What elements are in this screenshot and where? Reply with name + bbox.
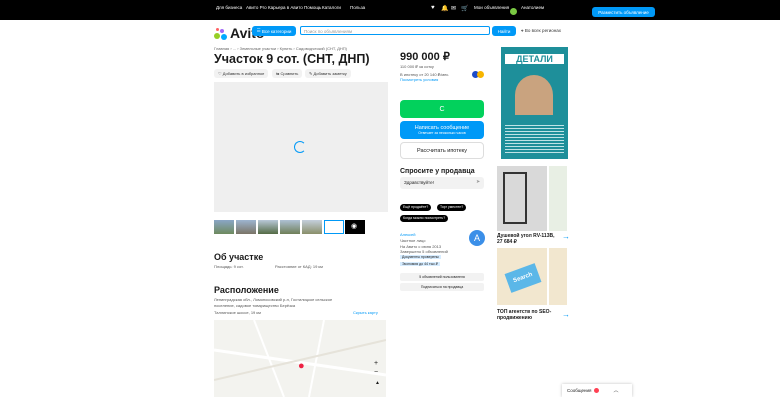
arrow-right-icon[interactable]: →	[562, 310, 570, 319]
address-line2: поселение, садовое товарищество Берёзка	[214, 303, 296, 308]
place-ad-button[interactable]: Разместить объявление	[592, 7, 655, 17]
zoom-out-icon[interactable]: −	[374, 369, 378, 376]
nav-link-benefit[interactable]: Польза	[350, 5, 365, 10]
mortgage-link[interactable]: Посмотреть условия	[400, 77, 438, 82]
map-roads	[214, 320, 386, 397]
add-favorite-button[interactable]: ♡ Добавить в избранное	[214, 69, 269, 78]
location-pin-icon: ⌖	[521, 28, 524, 33]
highway-distance: Таллинское шоссе, 19 км	[214, 310, 261, 315]
zoom-in-icon[interactable]: +	[374, 360, 378, 367]
price: 990 000 ₽	[400, 51, 450, 63]
seller-type: Частное лицо	[400, 238, 426, 243]
user-menu[interactable]: Анатолием	[521, 5, 544, 10]
banner-text-block	[505, 123, 564, 153]
photo-thumb-more[interactable]: ◉	[345, 220, 365, 234]
seller-ads-button[interactable]: 5 объявлений пользователя	[400, 273, 484, 281]
top-bar: Для бизнеса Авито Pro Карьера в Авито По…	[0, 0, 780, 20]
nav-link-career[interactable]: Карьера в Авито	[268, 5, 303, 10]
navigate-icon[interactable]: ▲	[375, 380, 380, 386]
breadcrumb[interactable]: Главная › ... › Земельные участки › Купи…	[214, 46, 347, 51]
quick-question[interactable]: Ещё продаёте?	[400, 204, 432, 211]
seller-name[interactable]: Алексей	[400, 232, 415, 237]
nav-link-avito-pro[interactable]: Авито Pro	[246, 5, 267, 10]
compare-button[interactable]: ⇆ Сравнить	[272, 69, 303, 78]
seo-ad-title[interactable]: ТОП агентств по SEO-продвижению	[497, 309, 557, 321]
map[interactable]: ● + − ▲	[214, 320, 386, 397]
banner-ad[interactable]: ДЕТАЛИ	[501, 47, 568, 159]
my-ads-link[interactable]: Мои объявления	[474, 5, 509, 10]
calc-mortgage-button[interactable]: Рассчитать ипотеку	[400, 142, 484, 159]
logo-dots-icon	[214, 28, 228, 41]
user-avatar[interactable]	[510, 8, 517, 15]
nav-link-business[interactable]: Для бизнеса	[216, 5, 242, 10]
photo-thumb[interactable]	[236, 220, 256, 234]
search-input[interactable]: Поиск по объявлениям	[300, 26, 490, 35]
seller-completed: Завершено 5 объявлений	[400, 249, 448, 254]
banner-ad-title: ДЕТАЛИ	[505, 54, 564, 64]
add-favorite-label: Добавить в избранное	[222, 71, 265, 76]
nav-link-catalogs[interactable]: Каталоги	[322, 5, 341, 10]
product-ad-side	[549, 166, 567, 231]
about-title: Об участке	[214, 252, 264, 262]
map-pin-icon: ●	[298, 360, 305, 372]
quick-question[interactable]: Торг уместен?	[437, 204, 467, 211]
photo-thumb[interactable]	[214, 220, 234, 234]
unread-badge	[594, 388, 600, 393]
messages-label: Сообщения	[567, 388, 592, 393]
send-icon[interactable]: ➤	[476, 179, 480, 185]
messages-widget[interactable]: Сообщения ︿	[562, 384, 632, 397]
subscribe-button[interactable]: Подписаться на продавца	[400, 283, 484, 291]
price-per-sotka: 110 000 ₽ за сотку	[400, 64, 434, 69]
all-categories-label: Все категории	[261, 28, 292, 34]
add-note-label: Добавить заметку	[313, 71, 347, 76]
seller-avatar[interactable]: А	[469, 230, 485, 246]
write-message-sub: Отвечает за несколько часов	[418, 131, 466, 135]
region-selector[interactable]: ⌖ Во всех регионах	[521, 28, 561, 33]
seo-ad-search-label: Search	[504, 263, 542, 293]
nav-link-help[interactable]: Помощь	[304, 5, 321, 10]
seo-ad-side	[549, 248, 567, 305]
page-title: Участок 9 сот. (СНТ, ДНП)	[214, 52, 370, 66]
find-button[interactable]: Найти	[492, 26, 516, 36]
address-line1: Ленинградская обл., Ломоносовский р-н, Г…	[214, 297, 333, 302]
write-message-button[interactable]: Написать сообщение Отвечает за несколько…	[400, 121, 484, 139]
shower-image	[503, 172, 527, 224]
compare-label: Сравнить	[280, 71, 299, 76]
photo-thumb[interactable]	[302, 220, 322, 234]
quick-question[interactable]: Когда можно посмотреть?	[400, 215, 449, 222]
chevron-up-icon[interactable]: ︿	[613, 387, 618, 394]
show-phone-button[interactable]: С	[400, 100, 484, 118]
hide-map-link[interactable]: Скрыть карту	[353, 310, 378, 315]
region-label: Во всех регионах	[524, 28, 561, 33]
all-categories-button[interactable]: ☰ Все категории	[252, 26, 296, 36]
notifications-icon[interactable]: 🔔	[441, 5, 448, 12]
ask-seller-title: Спросите у продавца	[400, 168, 475, 175]
favorites-icon[interactable]: ♥	[431, 5, 435, 11]
photo-thumb[interactable]	[258, 220, 278, 234]
arrow-right-icon[interactable]: →	[562, 232, 570, 241]
more-photos-icon: ◉	[351, 223, 358, 230]
location-title: Расположение	[214, 285, 279, 295]
seo-ad-image[interactable]: Search	[497, 248, 547, 305]
photo-thumb-selected[interactable]	[324, 220, 344, 234]
banner-person-image	[515, 75, 553, 115]
product-ad-price: 27 684 ₽	[497, 239, 517, 245]
ask-seller-input[interactable]: Здравствуйте!	[400, 177, 484, 189]
add-note-button[interactable]: ✎ Добавить заметку	[305, 69, 351, 78]
cart-icon[interactable]: 🛒	[461, 5, 468, 12]
area-value: Площадь: 9 сот.	[214, 264, 244, 269]
bank-logo-icon	[477, 71, 484, 78]
product-ad-image[interactable]	[497, 166, 547, 231]
loading-spinner-icon	[294, 141, 306, 153]
messages-icon[interactable]: ✉	[451, 5, 456, 12]
seller-badge: Документы проверены	[400, 255, 441, 259]
distance-value: Расстояние от КАД: 19 км	[275, 264, 323, 269]
photo-thumb[interactable]	[280, 220, 300, 234]
seller-badge: Экономия до 44 тыс.₽	[400, 262, 441, 266]
